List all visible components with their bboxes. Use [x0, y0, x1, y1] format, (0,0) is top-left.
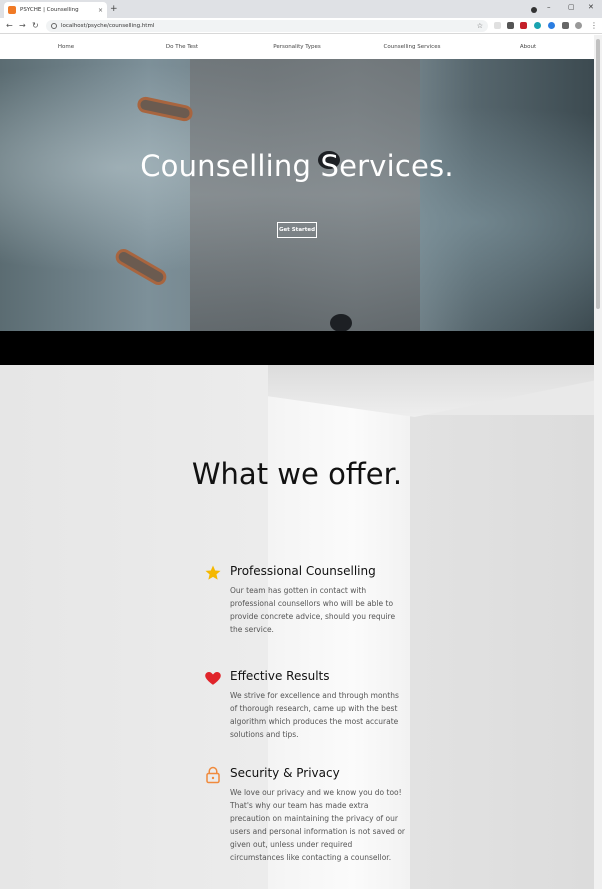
- site-info-icon[interactable]: [51, 23, 57, 29]
- page-viewport: Home Do The Test Personality Types Couns…: [0, 35, 594, 889]
- browser-tab[interactable]: PSYCHE | Counselling ×: [4, 2, 107, 18]
- extension-icon[interactable]: [548, 22, 555, 29]
- profile-avatar[interactable]: [575, 22, 582, 29]
- tab-title: PSYCHE | Counselling: [20, 7, 79, 13]
- reload-button[interactable]: ↻: [32, 21, 39, 31]
- site-navbar: Home Do The Test Personality Types Couns…: [0, 35, 594, 59]
- page-scrollbar[interactable]: [594, 35, 602, 889]
- lock-icon: [203, 765, 223, 785]
- nav-link-personality-types[interactable]: Personality Types: [273, 44, 321, 50]
- get-started-button[interactable]: Get Started: [277, 222, 317, 238]
- favicon-icon: [8, 6, 16, 14]
- offer-item-heading: Effective Results: [230, 669, 330, 683]
- section-divider: [0, 331, 594, 365]
- new-tab-button[interactable]: +: [110, 4, 118, 14]
- offer-title: What we offer.: [191, 457, 403, 491]
- extension-icon[interactable]: [534, 22, 541, 29]
- offer-item-text: Our team has gotten in contact with prof…: [230, 586, 396, 634]
- star-icon: [203, 563, 223, 583]
- offer-item-text: We strive for excellence and through mon…: [230, 691, 399, 739]
- nav-link-about[interactable]: About: [520, 44, 536, 50]
- extension-icon[interactable]: [507, 22, 514, 29]
- offer-item-heading: Professional Counselling: [230, 564, 376, 578]
- heart-icon: [203, 668, 223, 688]
- offer-section: What we offer. Professional Counselling …: [0, 365, 594, 889]
- offer-item-text: We love our privacy and we know you do t…: [230, 788, 406, 862]
- jacket-button-image: [135, 95, 195, 123]
- nav-link-home[interactable]: Home: [58, 44, 74, 50]
- extension-icon[interactable]: [520, 22, 527, 29]
- tab-close-icon[interactable]: ×: [98, 7, 103, 14]
- maximize-button[interactable]: ▢: [568, 2, 575, 12]
- hero-banner: Counselling Services. Get Started: [0, 59, 594, 331]
- bookmark-star-icon[interactable]: ☆: [477, 22, 483, 30]
- browser-menu-button[interactable]: ⋮: [590, 21, 598, 31]
- nav-link-do-the-test[interactable]: Do The Test: [166, 44, 198, 50]
- forward-button[interactable]: →: [19, 21, 26, 31]
- window-close-button[interactable]: ✕: [588, 2, 594, 12]
- hero-title: Counselling Services.: [140, 149, 454, 183]
- extensions-puzzle-icon[interactable]: [562, 22, 569, 29]
- tab-search-icon[interactable]: [531, 7, 537, 13]
- hero-background-image: [190, 59, 420, 331]
- extension-icon[interactable]: [494, 22, 501, 29]
- back-button[interactable]: ←: [6, 21, 13, 31]
- shirt-button-image: [330, 314, 352, 331]
- browser-tabstrip: PSYCHE | Counselling × + – ▢ ✕: [0, 0, 602, 18]
- offer-item-heading: Security & Privacy: [230, 766, 340, 780]
- minimize-button[interactable]: –: [547, 2, 551, 12]
- scrollbar-thumb[interactable]: [596, 39, 600, 309]
- jacket-button-image: [112, 246, 170, 288]
- url-text[interactable]: localhost/psyche/counselling.html: [61, 23, 477, 29]
- address-bar[interactable]: localhost/psyche/counselling.html ☆: [46, 20, 488, 32]
- nav-link-counselling-services[interactable]: Counselling Services: [384, 44, 441, 50]
